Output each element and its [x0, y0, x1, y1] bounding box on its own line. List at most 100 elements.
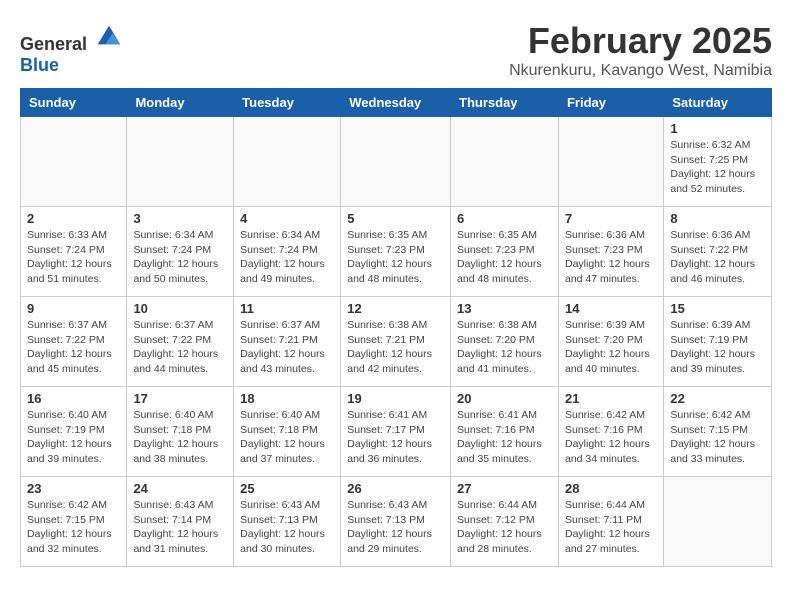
- calendar-cell: 7 Sunrise: 6:36 AM Sunset: 7:23 PM Daylig…: [558, 207, 663, 297]
- calendar-cell: 21 Sunrise: 6:42 AM Sunset: 7:16 PM Dayli…: [558, 387, 663, 477]
- calendar-cell: 6Sunrise: 6:35 AM Sunset: 7:23 PM Daylig…: [451, 207, 559, 297]
- calendar-cell: [451, 117, 559, 207]
- day-info: Sunrise: 6:42 AM Sunset: 7:15 PM Dayligh…: [27, 498, 120, 557]
- calendar-week-row: 23 Sunrise: 6:42 AM Sunset: 7:15 PM Dayli…: [21, 477, 772, 567]
- day-info: Sunrise: 6:38 AM Sunset: 7:21 PM Dayligh…: [347, 318, 444, 377]
- day-info: Sunrise: 6:35 AM Sunset: 7:23 PM Dayligh…: [347, 228, 444, 287]
- calendar-cell: 9Sunrise: 6:37 AM Sunset: 7:22 PM Daylig…: [21, 297, 127, 387]
- day-number: 24: [133, 481, 227, 496]
- calendar-header-friday: Friday: [558, 89, 663, 117]
- calendar-header-thursday: Thursday: [451, 89, 559, 117]
- day-info: Sunrise: 6:38 AM Sunset: 7:20 PM Dayligh…: [457, 318, 552, 377]
- day-info: Sunrise: 6:37 AM Sunset: 7:21 PM Dayligh…: [240, 318, 334, 377]
- calendar-cell: 24 Sunrise: 6:43 AM Sunset: 7:14 PM Dayli…: [127, 477, 234, 567]
- calendar-cell: 26 Sunrise: 6:43 AM Sunset: 7:13 PM Dayli…: [341, 477, 451, 567]
- calendar-cell: 12 Sunrise: 6:38 AM Sunset: 7:21 PM Dayli…: [341, 297, 451, 387]
- day-number: 2: [27, 211, 120, 226]
- calendar-header-sunday: Sunday: [21, 89, 127, 117]
- day-number: 27: [457, 481, 552, 496]
- calendar-cell: 10 Sunrise: 6:37 AM Sunset: 7:22 PM Dayli…: [127, 297, 234, 387]
- calendar-cell: 5 Sunrise: 6:35 AM Sunset: 7:23 PM Daylig…: [341, 207, 451, 297]
- page-header: General Blue February 2025 Nkurenkuru, K…: [20, 20, 772, 80]
- day-number: 8: [670, 211, 765, 226]
- calendar-cell: 18Sunrise: 6:40 AM Sunset: 7:18 PM Dayli…: [234, 387, 341, 477]
- day-number: 12: [347, 301, 444, 316]
- day-number: 3: [133, 211, 227, 226]
- calendar-header-saturday: Saturday: [664, 89, 772, 117]
- day-number: 22: [670, 391, 765, 406]
- calendar-cell: 28 Sunrise: 6:44 AM Sunset: 7:11 PM Dayli…: [558, 477, 663, 567]
- day-number: 14: [565, 301, 657, 316]
- day-number: 25: [240, 481, 334, 496]
- calendar-cell: 16Sunrise: 6:40 AM Sunset: 7:19 PM Dayli…: [21, 387, 127, 477]
- day-number: 21: [565, 391, 657, 406]
- day-number: 16: [27, 391, 120, 406]
- day-info: Sunrise: 6:37 AM Sunset: 7:22 PM Dayligh…: [27, 318, 120, 377]
- day-number: 5: [347, 211, 444, 226]
- calendar-cell: 1 Sunrise: 6:32 AM Sunset: 7:25 PM Daylig…: [664, 117, 772, 207]
- calendar-header-monday: Monday: [127, 89, 234, 117]
- calendar-cell: [558, 117, 663, 207]
- day-info: Sunrise: 6:42 AM Sunset: 7:15 PM Dayligh…: [670, 408, 765, 467]
- title-section: February 2025 Nkurenkuru, Kavango West, …: [509, 20, 772, 80]
- calendar-week-row: 9Sunrise: 6:37 AM Sunset: 7:22 PM Daylig…: [21, 297, 772, 387]
- day-info: Sunrise: 6:34 AM Sunset: 7:24 PM Dayligh…: [133, 228, 227, 287]
- calendar-table: SundayMondayTuesdayWednesdayThursdayFrid…: [20, 88, 772, 567]
- day-info: Sunrise: 6:36 AM Sunset: 7:23 PM Dayligh…: [565, 228, 657, 287]
- subtitle: Nkurenkuru, Kavango West, Namibia: [509, 62, 772, 80]
- day-info: Sunrise: 6:36 AM Sunset: 7:22 PM Dayligh…: [670, 228, 765, 287]
- day-number: 28: [565, 481, 657, 496]
- day-number: 20: [457, 391, 552, 406]
- day-info: Sunrise: 6:43 AM Sunset: 7:14 PM Dayligh…: [133, 498, 227, 557]
- calendar-cell: [234, 117, 341, 207]
- calendar-cell: 20 Sunrise: 6:41 AM Sunset: 7:16 PM Dayli…: [451, 387, 559, 477]
- calendar-cell: 3 Sunrise: 6:34 AM Sunset: 7:24 PM Daylig…: [127, 207, 234, 297]
- day-number: 10: [133, 301, 227, 316]
- day-info: Sunrise: 6:39 AM Sunset: 7:20 PM Dayligh…: [565, 318, 657, 377]
- day-info: Sunrise: 6:32 AM Sunset: 7:25 PM Dayligh…: [670, 138, 765, 197]
- day-info: Sunrise: 6:37 AM Sunset: 7:22 PM Dayligh…: [133, 318, 227, 377]
- day-info: Sunrise: 6:43 AM Sunset: 7:13 PM Dayligh…: [240, 498, 334, 557]
- day-number: 1: [670, 121, 765, 136]
- day-info: Sunrise: 6:44 AM Sunset: 7:11 PM Dayligh…: [565, 498, 657, 557]
- day-number: 26: [347, 481, 444, 496]
- calendar-cell: [664, 477, 772, 567]
- calendar-cell: [127, 117, 234, 207]
- calendar-cell: 22 Sunrise: 6:42 AM Sunset: 7:15 PM Dayli…: [664, 387, 772, 477]
- calendar-cell: 2 Sunrise: 6:33 AM Sunset: 7:24 PM Daylig…: [21, 207, 127, 297]
- month-title: February 2025: [509, 20, 772, 62]
- calendar-cell: 11 Sunrise: 6:37 AM Sunset: 7:21 PM Dayli…: [234, 297, 341, 387]
- day-number: 17: [133, 391, 227, 406]
- calendar-cell: 23 Sunrise: 6:42 AM Sunset: 7:15 PM Dayli…: [21, 477, 127, 567]
- day-number: 11: [240, 301, 334, 316]
- calendar-header-tuesday: Tuesday: [234, 89, 341, 117]
- day-info: Sunrise: 6:40 AM Sunset: 7:18 PM Dayligh…: [240, 408, 334, 467]
- day-info: Sunrise: 6:44 AM Sunset: 7:12 PM Dayligh…: [457, 498, 552, 557]
- day-info: Sunrise: 6:34 AM Sunset: 7:24 PM Dayligh…: [240, 228, 334, 287]
- day-info: Sunrise: 6:33 AM Sunset: 7:24 PM Dayligh…: [27, 228, 120, 287]
- calendar-cell: 17 Sunrise: 6:40 AM Sunset: 7:18 PM Dayli…: [127, 387, 234, 477]
- logo-general: General: [20, 34, 87, 54]
- day-number: 23: [27, 481, 120, 496]
- logo-icon: [94, 20, 124, 50]
- day-info: Sunrise: 6:41 AM Sunset: 7:16 PM Dayligh…: [457, 408, 552, 467]
- calendar-week-row: 2 Sunrise: 6:33 AM Sunset: 7:24 PM Daylig…: [21, 207, 772, 297]
- calendar-cell: [341, 117, 451, 207]
- calendar-cell: 8 Sunrise: 6:36 AM Sunset: 7:22 PM Daylig…: [664, 207, 772, 297]
- day-number: 6: [457, 211, 552, 226]
- day-info: Sunrise: 6:40 AM Sunset: 7:18 PM Dayligh…: [133, 408, 227, 467]
- calendar-cell: 27 Sunrise: 6:44 AM Sunset: 7:12 PM Dayli…: [451, 477, 559, 567]
- calendar-cell: [21, 117, 127, 207]
- logo-blue: Blue: [20, 55, 59, 75]
- day-number: 19: [347, 391, 444, 406]
- day-info: Sunrise: 6:43 AM Sunset: 7:13 PM Dayligh…: [347, 498, 444, 557]
- day-info: Sunrise: 6:42 AM Sunset: 7:16 PM Dayligh…: [565, 408, 657, 467]
- day-info: Sunrise: 6:39 AM Sunset: 7:19 PM Dayligh…: [670, 318, 765, 377]
- calendar-cell: 15Sunrise: 6:39 AM Sunset: 7:19 PM Dayli…: [664, 297, 772, 387]
- day-number: 13: [457, 301, 552, 316]
- calendar-cell: 25 Sunrise: 6:43 AM Sunset: 7:13 PM Dayli…: [234, 477, 341, 567]
- calendar-cell: 13 Sunrise: 6:38 AM Sunset: 7:20 PM Dayli…: [451, 297, 559, 387]
- calendar-cell: 14 Sunrise: 6:39 AM Sunset: 7:20 PM Dayli…: [558, 297, 663, 387]
- day-number: 7: [565, 211, 657, 226]
- day-number: 4: [240, 211, 334, 226]
